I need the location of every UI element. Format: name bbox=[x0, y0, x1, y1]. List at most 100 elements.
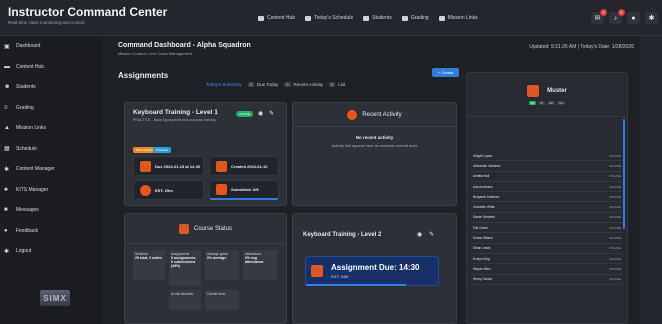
sidebar-item-label: Content Hub bbox=[16, 63, 45, 70]
filter-in[interactable]: IN bbox=[537, 100, 545, 105]
topnav-schedule[interactable]: Today's Schedule bbox=[305, 15, 353, 21]
list-item[interactable]: Abigail Lopez OFFLINE bbox=[471, 151, 623, 162]
top-nav: Content Hub Today's Schedule Students Gr… bbox=[258, 15, 478, 21]
list-item[interactable]: Daniel Sanders OFFLINE bbox=[471, 213, 623, 224]
sidebar-item-label: Mission Links bbox=[16, 125, 47, 132]
chart-icon bbox=[178, 223, 189, 234]
sidebar-item-label: Content Manager bbox=[16, 166, 55, 173]
practical-pill: Practical bbox=[153, 147, 171, 153]
tab-todays-summary[interactable]: Today's Summary bbox=[206, 82, 242, 87]
grading-icon: ≡ bbox=[4, 104, 8, 111]
topnav-students[interactable]: Students bbox=[363, 15, 392, 21]
assignment-card-level-1: Keyboard Training - Level 1 PRACTICE - B… bbox=[124, 102, 287, 206]
right-rail bbox=[640, 36, 662, 324]
edit-icon[interactable]: ✎ bbox=[429, 231, 434, 238]
due-progress-bar bbox=[306, 284, 406, 286]
messages-icon: ■ bbox=[4, 207, 8, 214]
muster-header: Muster All IN AP OU bbox=[467, 73, 627, 117]
tab-label: Recent Activity bbox=[293, 82, 324, 87]
eye-icon[interactable]: ◉ bbox=[258, 110, 263, 117]
sidebar-item-grading[interactable]: ≡ Grading bbox=[0, 98, 102, 119]
logo: SIMX bbox=[40, 290, 70, 306]
muster-list: Abigail Lopez OFFLINE Alexander Martinez O… bbox=[471, 151, 623, 285]
logout-icon: ✱ bbox=[4, 248, 10, 255]
topnav-grading[interactable]: Grading bbox=[401, 15, 429, 21]
list-item[interactable]: Ethan Lewis OFFLINE bbox=[471, 244, 623, 254]
list-item[interactable]: Alexander Martinez OFFLINE bbox=[471, 161, 623, 172]
estimate-stat: EST: 25m bbox=[133, 180, 204, 200]
list-item[interactable]: Harper Allen OFFLINE bbox=[471, 264, 623, 275]
notifications-button[interactable]: ♪ 0 bbox=[609, 9, 625, 24]
tab-label: Due Today bbox=[256, 82, 279, 87]
student-status: OFFLINE bbox=[609, 225, 621, 230]
sidebar-item-logout[interactable]: ✱ Logout bbox=[0, 241, 102, 262]
mail-button[interactable]: ✉ 0 bbox=[591, 9, 607, 24]
list-item[interactable]: Ella Green OFFLINE bbox=[471, 223, 623, 234]
page-subtitle: Mission Control • Live Class Management bbox=[118, 51, 193, 56]
due-title: Assignment Due: 14:30 bbox=[331, 263, 420, 272]
student-status: OFFLINE bbox=[609, 246, 621, 251]
profile-button[interactable]: ● bbox=[627, 12, 640, 24]
sidebar-item-content-hub[interactable]: ▬ Content Hub bbox=[0, 57, 102, 78]
assignment-description: PRACTICE - Basic typing skills and accur… bbox=[133, 118, 216, 122]
sidebar-item-kits-manager[interactable]: ♣ KITS Manager bbox=[0, 180, 102, 201]
list-item[interactable]: Amelia Hall OFFLINE bbox=[471, 172, 623, 182]
attendance-tile: Attendance 0% avg attendance bbox=[243, 250, 277, 280]
student-name: Daniel Sanders bbox=[473, 215, 495, 220]
bell-icon: ♪ bbox=[613, 14, 618, 22]
top-bar: Instructor Command Center Real-time clas… bbox=[0, 0, 662, 36]
settings-button[interactable]: ✱ bbox=[645, 12, 658, 24]
stat-text: Due 2024-01-15 at 14:30 bbox=[155, 163, 201, 169]
list-item[interactable]: Benjamin Martinez OFFLINE bbox=[471, 192, 623, 203]
sidebar-item-messages[interactable]: ■ Messages bbox=[0, 200, 102, 221]
bell-badge: 0 bbox=[618, 9, 625, 16]
filter-ou[interactable]: OU bbox=[556, 100, 566, 105]
create-button[interactable]: + Create bbox=[432, 68, 459, 77]
list-item[interactable]: Ava Anderson OFFLINE bbox=[471, 182, 623, 193]
topnav-label: Today's Schedule bbox=[314, 15, 354, 21]
list-item[interactable]: Henry Garcia OFFLINE bbox=[471, 275, 623, 285]
student-name: Abigail Lopez bbox=[473, 153, 493, 158]
at-risk-tile: At-risk students bbox=[169, 290, 201, 310]
sidebar-item-content-manager[interactable]: ✱ Content Manager bbox=[0, 159, 102, 180]
student-status: OFFLINE bbox=[609, 266, 621, 271]
sidebar-item-mission-links[interactable]: ▲ Mission Links bbox=[0, 118, 102, 139]
muster-scrollbar[interactable] bbox=[623, 119, 625, 229]
tab-list[interactable]: 3 List bbox=[329, 82, 345, 87]
created-stat: Created 2024-01-10 bbox=[209, 156, 279, 176]
edit-icon[interactable]: ✎ bbox=[269, 110, 274, 117]
sidebar-item-label: Messages bbox=[16, 207, 39, 214]
eye-icon[interactable]: ◉ bbox=[417, 231, 422, 238]
sidebar-item-students[interactable]: ☻ Students bbox=[0, 77, 102, 98]
stat-text: Created 2024-01-10 bbox=[231, 163, 268, 169]
sidebar-item-schedule[interactable]: ▦ Schedule bbox=[0, 139, 102, 160]
student-name: Alexander Martinez bbox=[473, 163, 501, 168]
filter-ap[interactable]: AP bbox=[546, 100, 555, 105]
sidebar-item-label: Schedule bbox=[16, 145, 37, 152]
app-subtitle: Real-time class monitoring and control bbox=[8, 20, 85, 25]
mail-icon: ✉ bbox=[594, 15, 601, 22]
list-item[interactable]: Emma Wilson OFFLINE bbox=[471, 233, 623, 244]
tab-due-today[interactable]: 2 Due Today bbox=[247, 82, 279, 87]
tab-label: List bbox=[338, 82, 346, 87]
list-item[interactable]: Charlotte White OFFLINE bbox=[471, 202, 623, 213]
average-tile: Average grade 0% average bbox=[205, 250, 239, 280]
topnav-content-hub[interactable]: Content Hub bbox=[258, 15, 295, 21]
sidebar-item-feedback[interactable]: ● Feedback bbox=[0, 221, 102, 242]
clock-icon bbox=[140, 184, 151, 196]
calendar-icon bbox=[140, 160, 151, 172]
course-status-card: Course Status Students 25 total, 0 active… bbox=[124, 213, 287, 324]
student-status: OFFLINE bbox=[609, 277, 621, 282]
tab-recent-activity[interactable]: 0 Recent Activity bbox=[284, 82, 323, 87]
plus-icon bbox=[216, 160, 227, 172]
assignment-due-banner: Assignment Due: 14:30 EST: 34M bbox=[305, 256, 439, 286]
topnav-label: Students bbox=[372, 15, 392, 21]
filter-all[interactable]: All bbox=[528, 100, 536, 105]
sidebar-item-dashboard[interactable]: ▣ Dashboard bbox=[0, 36, 102, 57]
link-icon: ▲ bbox=[4, 125, 10, 132]
student-status: OFFLINE bbox=[609, 163, 621, 168]
student-status: OFFLINE bbox=[609, 153, 621, 158]
list-item[interactable]: Evelyn King OFFLINE bbox=[471, 254, 623, 265]
topnav-mission-links[interactable]: Mission Links bbox=[438, 15, 478, 21]
student-name: Ethan Lewis bbox=[473, 246, 491, 251]
